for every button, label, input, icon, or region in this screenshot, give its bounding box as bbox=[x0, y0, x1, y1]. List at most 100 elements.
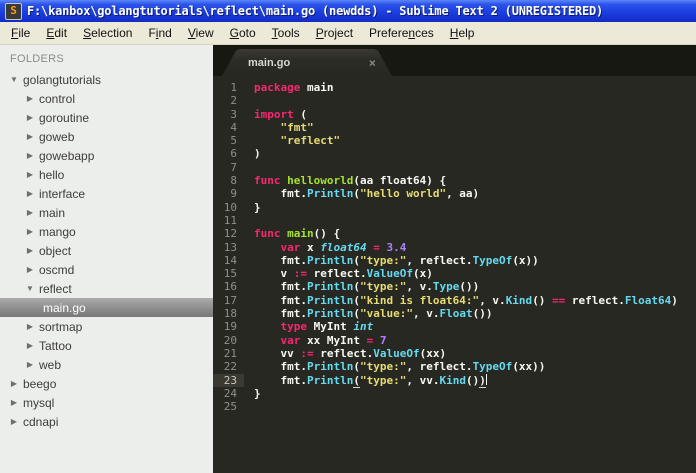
sidebar: FOLDERS ▼ golangtutorials ▶ control ▶ gorouti… bbox=[0, 45, 213, 473]
menu-help[interactable]: Help bbox=[442, 24, 483, 42]
tree-item-label: goroutine bbox=[39, 110, 90, 125]
line-number: 21 bbox=[223, 346, 237, 360]
menu-edit[interactable]: Edit bbox=[38, 24, 75, 42]
menu-find[interactable]: Find bbox=[140, 24, 179, 42]
line-number: 12 bbox=[223, 227, 237, 241]
code-line-10[interactable]: 10} bbox=[213, 201, 696, 214]
tree-item-mysql[interactable]: ▶ mysql bbox=[0, 393, 213, 412]
line-content: package main bbox=[254, 81, 334, 94]
folder-tree: ▼ golangtutorials ▶ control ▶ goroutine ▶ goweb… bbox=[0, 70, 213, 431]
line-content: fmt.Println("type:", reflect.TypeOf(xx)) bbox=[254, 360, 546, 374]
tree-item-label: goweb bbox=[39, 129, 75, 144]
line-number: 23 bbox=[213, 373, 244, 387]
code-line-12[interactable]: 12 func main() { bbox=[213, 227, 696, 240]
line-number: 7 bbox=[230, 160, 237, 174]
line-content: vv := reflect.ValueOf(xx) bbox=[254, 346, 447, 360]
line-content bbox=[244, 94, 254, 107]
tree-item-web[interactable]: ▶ web bbox=[0, 355, 213, 374]
triangle-right-icon[interactable]: ▶ bbox=[24, 132, 36, 141]
code-line-19[interactable]: 19 type MyInt int bbox=[213, 320, 696, 333]
code-line-13[interactable]: 13 var x float64 = 3.4 bbox=[213, 241, 696, 254]
triangle-right-icon[interactable]: ▶ bbox=[24, 265, 36, 274]
tree-item-beego[interactable]: ▶ beego bbox=[0, 374, 213, 393]
tab-close-icon[interactable]: × bbox=[369, 56, 376, 70]
tree-item-label: oscmd bbox=[39, 262, 75, 277]
tree-item-main[interactable]: ▶ main bbox=[0, 203, 213, 222]
code-line-6[interactable]: 6) bbox=[213, 147, 696, 160]
menu-preferences[interactable]: Preferences bbox=[361, 24, 442, 42]
code-line-17[interactable]: 17 fmt.Println("kind is float64:", v.Kin… bbox=[213, 294, 696, 307]
triangle-right-icon[interactable]: ▶ bbox=[8, 379, 20, 388]
tree-item-reflect[interactable]: ▼ reflect bbox=[0, 279, 213, 298]
code-editor[interactable]: 1 package main 2 3 import (4 "fmt" 5 "reflect… bbox=[213, 76, 696, 473]
triangle-right-icon[interactable]: ▶ bbox=[24, 208, 36, 217]
code-line-7[interactable]: 7 bbox=[213, 161, 696, 174]
code-line-5[interactable]: 5 "reflect" bbox=[213, 134, 696, 147]
tree-item-main-go[interactable]: main.go bbox=[0, 298, 213, 317]
triangle-right-icon[interactable]: ▶ bbox=[24, 94, 36, 103]
tree-item-tattoo[interactable]: ▶ Tattoo bbox=[0, 336, 213, 355]
code-line-24[interactable]: 24} bbox=[213, 387, 696, 400]
tree-item-label: control bbox=[39, 91, 76, 106]
triangle-right-icon[interactable]: ▶ bbox=[24, 360, 36, 369]
tree-item-goweb[interactable]: ▶ goweb bbox=[0, 127, 213, 146]
menu-file[interactable]: File bbox=[3, 24, 38, 42]
tree-item-control[interactable]: ▶ control bbox=[0, 89, 213, 108]
tree-item-label: mango bbox=[39, 224, 76, 239]
code-line-22[interactable]: 22 fmt.Println("type:", reflect.TypeOf(x… bbox=[213, 360, 696, 373]
code-line-15[interactable]: 15 v := reflect.ValueOf(x) bbox=[213, 267, 696, 280]
tab-main-go[interactable]: main.go × bbox=[222, 49, 392, 76]
code-line-14[interactable]: 14 fmt.Println("type:", reflect.TypeOf(x… bbox=[213, 254, 696, 267]
menu-goto[interactable]: Goto bbox=[222, 24, 264, 42]
line-number: 24 bbox=[223, 386, 237, 400]
code-line-9[interactable]: 9 fmt.Println("hello world", aa) bbox=[213, 187, 696, 200]
line-number: 5 bbox=[230, 134, 237, 148]
triangle-down-icon[interactable]: ▼ bbox=[8, 75, 20, 84]
triangle-right-icon[interactable]: ▶ bbox=[24, 113, 36, 122]
tree-item-hello[interactable]: ▶ hello bbox=[0, 165, 213, 184]
menu-view[interactable]: View bbox=[180, 24, 222, 42]
tree-item-cdnapi[interactable]: ▶ cdnapi bbox=[0, 412, 213, 431]
tree-item-mango[interactable]: ▶ mango bbox=[0, 222, 213, 241]
line-content: type MyInt int bbox=[280, 320, 374, 334]
code-line-1[interactable]: 1 package main bbox=[213, 81, 696, 94]
code-line-23[interactable]: 23 fmt.Println("type:", vv.Kind()) bbox=[213, 373, 696, 388]
triangle-right-icon[interactable]: ▶ bbox=[8, 417, 20, 426]
code-line-18[interactable]: 18 fmt.Println("value:", v.Float()) bbox=[213, 307, 696, 320]
code-line-21[interactable]: 21 vv := reflect.ValueOf(xx) bbox=[213, 347, 696, 360]
line-content: "reflect" bbox=[280, 134, 341, 148]
tree-item-golangtutorials[interactable]: ▼ golangtutorials bbox=[0, 70, 213, 89]
tree-item-oscmd[interactable]: ▶ oscmd bbox=[0, 260, 213, 279]
triangle-right-icon[interactable]: ▶ bbox=[24, 322, 36, 331]
tree-item-gowebapp[interactable]: ▶ gowebapp bbox=[0, 146, 213, 165]
menu-project[interactable]: Project bbox=[308, 24, 361, 42]
tree-item-label: sortmap bbox=[39, 319, 83, 334]
code-line-20[interactable]: 20 var xx MyInt = 7 bbox=[213, 334, 696, 347]
sublime-window: S F:\kanbox\golangtutorials\reflect\main… bbox=[0, 0, 696, 473]
line-content: fmt.Println("value:", v.Float()) bbox=[254, 307, 493, 321]
menu-selection[interactable]: Selection bbox=[75, 24, 140, 42]
triangle-right-icon[interactable]: ▶ bbox=[24, 341, 36, 350]
code-line-8[interactable]: 8 func helloworld(aa float64) { bbox=[213, 174, 696, 187]
menu-tools[interactable]: Tools bbox=[264, 24, 308, 42]
triangle-right-icon[interactable]: ▶ bbox=[24, 170, 36, 179]
triangle-right-icon[interactable]: ▶ bbox=[24, 246, 36, 255]
tree-item-interface[interactable]: ▶ interface bbox=[0, 184, 213, 203]
code-line-11[interactable]: 11 bbox=[213, 214, 696, 227]
code-line-16[interactable]: 16 fmt.Println("type:", v.Type()) bbox=[213, 280, 696, 293]
triangle-right-icon[interactable]: ▶ bbox=[24, 189, 36, 198]
title-bar[interactable]: S F:\kanbox\golangtutorials\reflect\main… bbox=[0, 0, 696, 22]
triangle-right-icon[interactable]: ▶ bbox=[8, 398, 20, 407]
triangle-right-icon[interactable]: ▶ bbox=[24, 227, 36, 236]
code-line-2[interactable]: 2 bbox=[213, 94, 696, 107]
code-line-25[interactable]: 25 bbox=[213, 400, 696, 413]
code-line-3[interactable]: 3 import ( bbox=[213, 108, 696, 121]
tree-item-goroutine[interactable]: ▶ goroutine bbox=[0, 108, 213, 127]
tree-item-object[interactable]: ▶ object bbox=[0, 241, 213, 260]
triangle-down-icon[interactable]: ▼ bbox=[24, 284, 36, 293]
tree-item-label: object bbox=[39, 243, 72, 258]
code-line-4[interactable]: 4 "fmt" bbox=[213, 121, 696, 134]
tree-item-sortmap[interactable]: ▶ sortmap bbox=[0, 317, 213, 336]
triangle-right-icon[interactable]: ▶ bbox=[24, 151, 36, 160]
line-number: 11 bbox=[223, 213, 237, 227]
